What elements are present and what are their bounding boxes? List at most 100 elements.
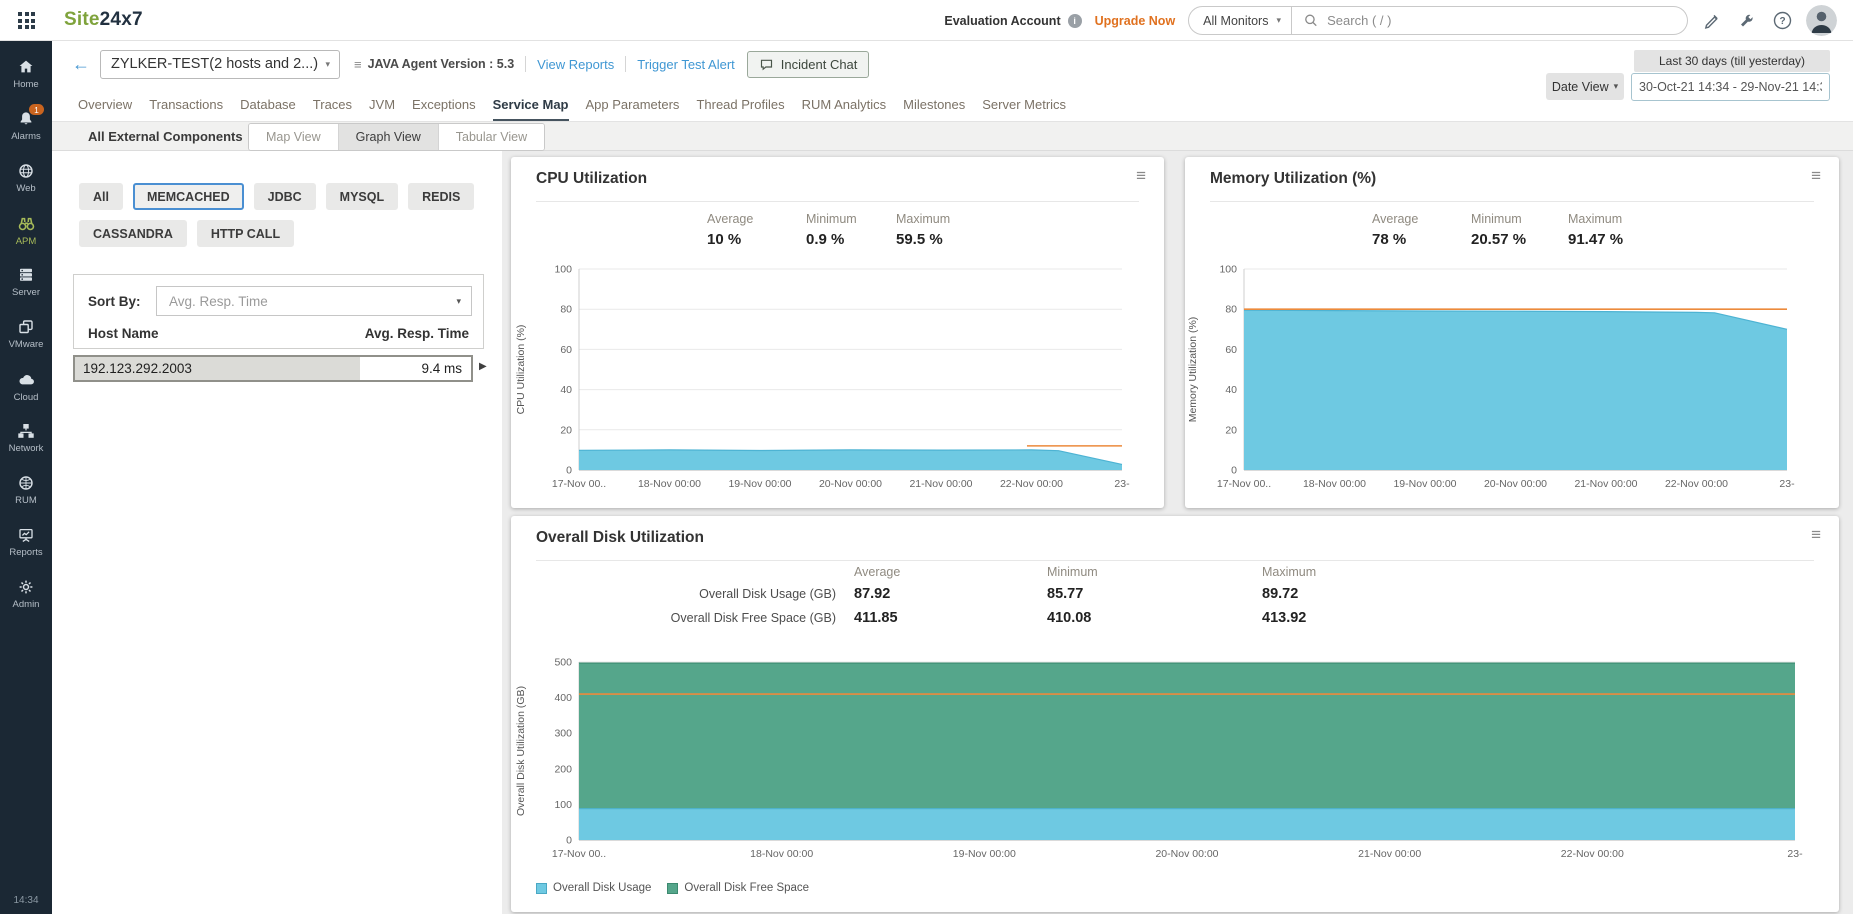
sidebar-item-web[interactable]: Web [0,152,52,204]
chip-memcached[interactable]: MEMCACHED [133,183,244,210]
site24x7-logo: Site24x7 [64,9,143,31]
date-preset-chip[interactable]: Last 30 days (till yesterday) [1634,50,1830,72]
svg-text:22-Nov 00:00: 22-Nov 00:00 [1665,478,1728,490]
svg-text:23-: 23- [1114,478,1130,490]
tabular-view-button[interactable]: Tabular View [438,124,544,150]
svg-text:21-Nov 00:00: 21-Nov 00:00 [1574,478,1637,490]
sidebar-item-cloud[interactable]: Cloud [0,360,52,412]
svg-text:17-Nov 00..: 17-Nov 00.. [552,848,606,860]
host-row-arrow-icon[interactable]: ▶ [479,361,487,372]
sidebar-item-home[interactable]: Home [0,48,52,100]
tab-milestones[interactable]: Milestones [903,97,965,112]
svg-text:23-: 23- [1779,478,1795,490]
sidebar-item-label: Server [12,287,40,298]
chip-mysql[interactable]: MYSQL [326,183,398,210]
info-icon[interactable]: i [1068,14,1082,28]
svg-text:17-Nov 00..: 17-Nov 00.. [1217,478,1271,490]
map-view-button[interactable]: Map View [249,124,338,150]
vmware-layers-icon [17,318,35,336]
sidebar-time: 14:34 [0,895,52,906]
sidebar-item-rum[interactable]: RUM [0,464,52,516]
sidebar-item-alarms[interactable]: 1 Alarms [0,100,52,152]
sidebar-item-reports[interactable]: Reports [0,516,52,568]
chip-cassandra[interactable]: CASSANDRA [79,220,187,247]
host-row[interactable]: 192.123.292.2003 9.4 ms [73,355,473,382]
tools-wrench-icon[interactable] [1736,10,1758,32]
memory-stat-maximum: Maximum 91.47 % [1568,212,1623,248]
date-view-button[interactable]: Date View ▾ [1546,73,1624,100]
cloud-icon [17,370,36,389]
tab-transactions[interactable]: Transactions [149,97,223,112]
gear-icon [17,578,35,596]
sidebar-item-server[interactable]: Server [0,256,52,308]
divider [536,201,1139,202]
svg-text:200: 200 [554,763,572,775]
incident-chat-button[interactable]: Incident Chat [747,51,870,78]
tab-app-parameters[interactable]: App Parameters [586,97,680,112]
svg-text:21-Nov 00:00: 21-Nov 00:00 [909,478,972,490]
view-reports-link[interactable]: View Reports [537,57,614,72]
search-input[interactable] [1325,12,1675,29]
tab-database[interactable]: Database [240,97,296,112]
graph-view-button[interactable]: Graph View [338,124,438,150]
svg-text:20-Nov 00:00: 20-Nov 00:00 [1484,478,1547,490]
svg-text:60: 60 [1225,344,1237,356]
sidebar-item-label: Web [16,183,35,194]
user-avatar[interactable] [1806,5,1837,36]
sort-by-dropdown[interactable]: Avg. Resp. Time ▾ [156,286,472,316]
memory-card-title: Memory Utilization (%) [1210,170,1376,188]
divider [1210,201,1814,202]
upgrade-now-link[interactable]: Upgrade Now [1095,14,1176,28]
date-view-label: Date View [1552,80,1609,94]
alarms-badge: 1 [29,104,44,115]
svg-text:17-Nov 00..: 17-Nov 00.. [552,478,606,490]
sidebar-item-vmware[interactable]: VMware [0,308,52,360]
tab-server-metrics[interactable]: Server Metrics [982,97,1066,112]
legend-disk-free-space[interactable]: Overall Disk Free Space [667,882,809,894]
rum-globe-icon [17,474,35,492]
feedback-pen-icon[interactable] [1701,10,1723,32]
sidebar-item-label: Alarms [11,131,41,142]
tab-traces[interactable]: Traces [313,97,352,112]
chip-http-call[interactable]: HTTP CALL [197,220,294,247]
memory-utilization-card: Memory Utilization (%) ≡ Average 78 % Mi… [1185,157,1839,508]
tab-jvm[interactable]: JVM [369,97,395,112]
topbar-right: Evaluation Account i Upgrade Now All Mon… [944,0,1837,41]
svg-text:20-Nov 00:00: 20-Nov 00:00 [1155,848,1218,860]
svg-text:0: 0 [1231,465,1237,477]
date-range-input[interactable] [1631,73,1830,101]
chart-menu-icon[interactable]: ≡ [1811,526,1821,543]
disk-usage-minimum: 85.77 [1047,586,1083,602]
help-icon[interactable]: ? [1771,10,1793,32]
disk-col-maximum: Maximum [1262,565,1316,579]
tab-service-map[interactable]: Service Map [493,97,569,112]
chip-all[interactable]: All [79,183,123,210]
chart-menu-icon[interactable]: ≡ [1136,167,1146,184]
sidebar-item-apm[interactable]: APM [0,204,52,256]
cpu-utilization-card: CPU Utilization ≡ Average 10 % Minimum 0… [511,157,1164,508]
svg-text:Memory Utilization (%): Memory Utilization (%) [1187,317,1199,423]
chip-jdbc[interactable]: JDBC [254,183,316,210]
chip-redis[interactable]: REDIS [408,183,474,210]
sidebar-item-label: Admin [13,599,40,610]
host-name: 192.123.292.2003 [83,357,192,380]
tab-exceptions[interactable]: Exceptions [412,97,476,112]
monitor-selector-dropdown[interactable]: ZYLKER-TEST(2 hosts and 2...) ▾ [100,50,340,79]
sidebar-item-network[interactable]: Network [0,412,52,464]
all-monitors-dropdown[interactable]: All Monitors ▾ [1188,6,1292,35]
chart-menu-icon[interactable]: ≡ [1811,167,1821,184]
app-launcher-icon[interactable] [18,12,36,30]
back-arrow-icon[interactable]: ← [72,54,90,75]
chat-bubble-icon [759,57,774,72]
trigger-test-alert-link[interactable]: Trigger Test Alert [637,57,735,72]
tab-overview[interactable]: Overview [78,97,132,112]
legend-disk-usage[interactable]: Overall Disk Usage [536,882,651,894]
svg-text:20: 20 [560,424,572,436]
chevron-down-icon: ▾ [1276,15,1281,26]
svg-text:18-Nov 00:00: 18-Nov 00:00 [638,478,701,490]
tab-rum-analytics[interactable]: RUM Analytics [802,97,887,112]
cpu-stat-minimum: Minimum 0.9 % [806,212,857,248]
sidebar-item-admin[interactable]: Admin [0,568,52,620]
sidebar-item-label: Cloud [14,392,39,403]
tab-thread-profiles[interactable]: Thread Profiles [696,97,784,112]
